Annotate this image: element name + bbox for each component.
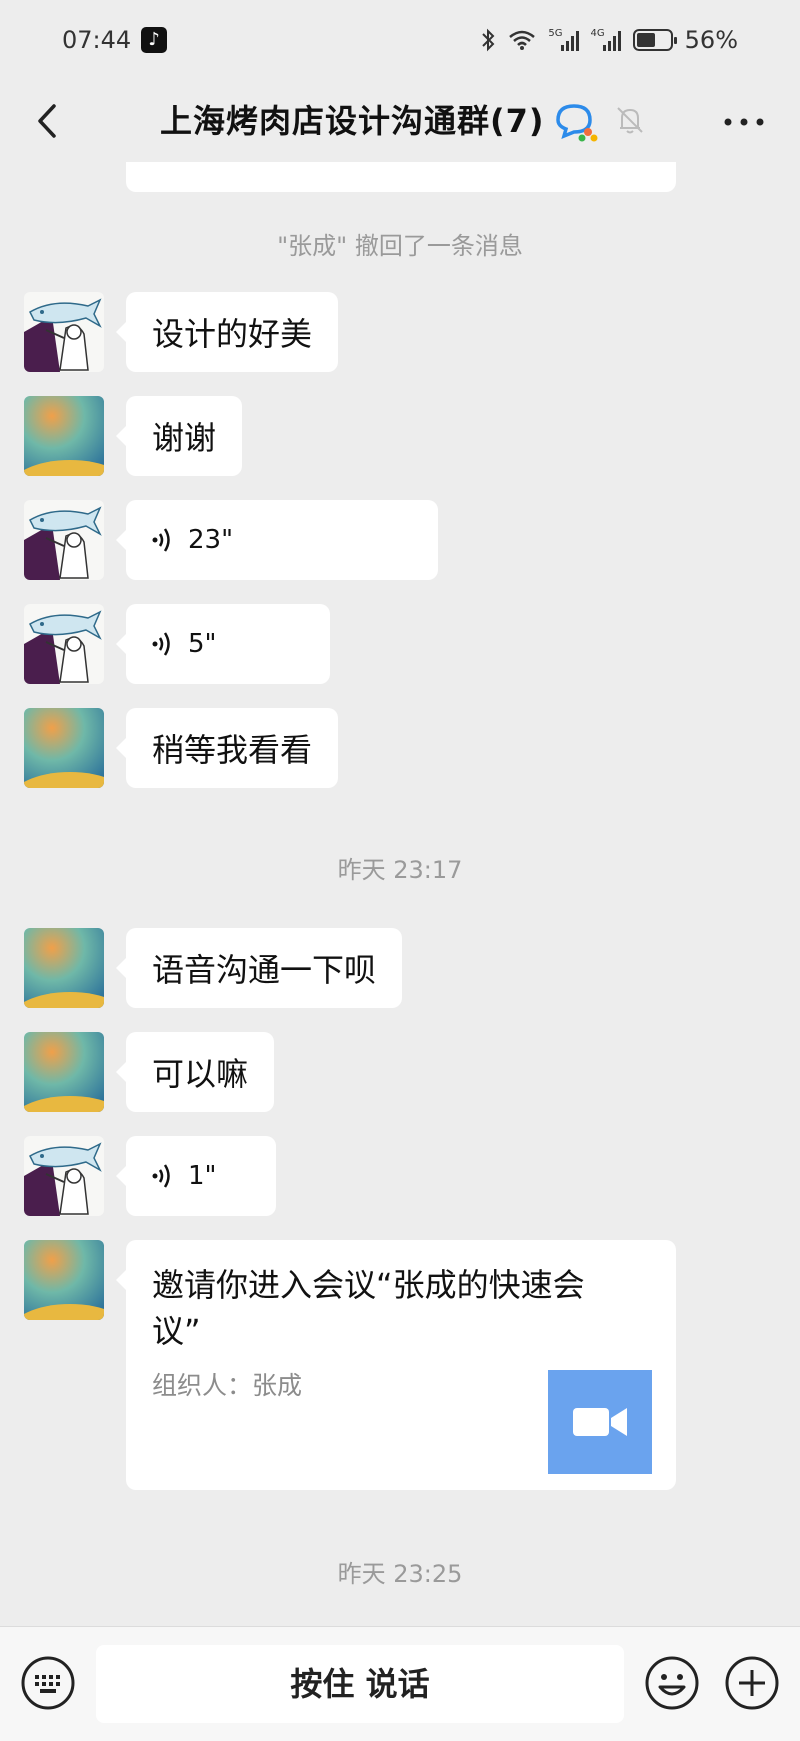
text-bubble[interactable]: 谢谢 xyxy=(115,396,243,476)
avatar-gradient[interactable] xyxy=(24,1240,104,1320)
avatar-illustration[interactable] xyxy=(24,292,104,372)
meeting-invite-title: 邀请你进入会议“张成的快速会议” xyxy=(152,1266,585,1350)
message-row: 谢谢 xyxy=(24,396,243,476)
meeting-invite-card[interactable]: 邀请你进入会议“张成的快速会议” 组织人：张成 xyxy=(116,1240,676,1490)
avatar-illustration[interactable] xyxy=(24,500,104,580)
message-row: 邀请你进入会议“张成的快速会议” 组织人：张成 xyxy=(24,1240,676,1490)
timestamp: 昨天 23:25 xyxy=(337,1560,463,1588)
message-row: 可以嘛 xyxy=(24,1032,275,1112)
signal-5g-icon: 5G xyxy=(548,28,579,51)
avatar-illustration[interactable] xyxy=(24,604,104,684)
message-row: 23" xyxy=(24,500,438,580)
net-tag-4g: 4G xyxy=(590,28,605,39)
avatar-gradient[interactable] xyxy=(24,1032,104,1112)
message-text: 可以嘛 xyxy=(152,1055,249,1093)
voice-bubble[interactable]: 23" xyxy=(116,500,438,580)
status-left: 07:44 ♪ xyxy=(62,26,168,54)
avatar-gradient[interactable] xyxy=(24,396,104,476)
battery-icon xyxy=(632,29,677,51)
message-row: 1" xyxy=(24,1136,276,1216)
voice-duration: 23" xyxy=(188,525,234,555)
battery-percent: 56% xyxy=(684,26,738,54)
voice-wave-icon xyxy=(152,632,170,656)
avatar-illustration[interactable] xyxy=(24,1136,104,1216)
signal-4g-icon: 4G xyxy=(591,29,621,51)
voice-duration: 1" xyxy=(188,1161,217,1191)
voice-wave-icon xyxy=(152,1164,170,1188)
back-icon[interactable] xyxy=(24,96,74,146)
bluetooth-icon xyxy=(482,28,495,52)
group-chat-icon[interactable] xyxy=(552,98,598,144)
hold-to-talk-button[interactable]: 按住 说话 xyxy=(96,1645,624,1723)
voice-wave-icon xyxy=(152,528,170,552)
more-icon[interactable] xyxy=(720,102,768,142)
status-right: 5G 4G 56% xyxy=(480,26,738,54)
avatar-gradient[interactable] xyxy=(24,928,104,1008)
emoji-icon[interactable] xyxy=(644,1655,700,1711)
message-row: 稍等我看看 xyxy=(24,708,339,788)
recall-notice: "张成" 撤回了一条消息 xyxy=(277,232,523,260)
message-text: 谢谢 xyxy=(152,419,217,457)
chat-title: 上海烤肉店设计沟通群(7) xyxy=(160,102,545,140)
text-bubble[interactable]: 语音沟通一下呗 xyxy=(115,928,403,1008)
text-bubble[interactable]: 稍等我看看 xyxy=(115,708,339,788)
mute-bell-icon xyxy=(617,107,643,134)
message-text: 稍等我看看 xyxy=(152,731,313,769)
nav-bar: 上海烤肉店设计沟通群(7) xyxy=(0,80,800,162)
previous-message-bubble[interactable] xyxy=(126,162,676,192)
net-tag-5g: 5G xyxy=(548,28,563,39)
tiktok-notification-icon: ♪ xyxy=(141,27,168,53)
chat-area[interactable]: "张成" 撤回了一条消息 设计的好美 谢谢 23" 5" 稍等我看看 昨天 23… xyxy=(0,162,800,1626)
status-bar: 07:44 ♪ 5G 4G 56% xyxy=(0,0,800,80)
message-row: 语音沟通一下呗 xyxy=(24,928,403,1008)
battery-fill xyxy=(636,33,655,47)
plus-icon[interactable] xyxy=(724,1655,780,1711)
message-text: 语音沟通一下呗 xyxy=(152,951,377,989)
voice-bubble[interactable]: 5" xyxy=(116,604,330,684)
voice-duration: 5" xyxy=(188,629,217,659)
input-bar: 按住 说话 xyxy=(0,1626,800,1741)
text-bubble[interactable]: 可以嘛 xyxy=(115,1032,275,1112)
meeting-thumbnail xyxy=(548,1370,652,1474)
message-row: 5" xyxy=(24,604,330,684)
status-time: 07:44 xyxy=(62,26,132,54)
keyboard-icon[interactable] xyxy=(20,1655,76,1711)
voice-bubble[interactable]: 1" xyxy=(116,1136,276,1216)
wifi-icon xyxy=(509,30,536,50)
timestamp: 昨天 23:17 xyxy=(337,856,463,884)
avatar-gradient[interactable] xyxy=(24,708,104,788)
message-row: 设计的好美 xyxy=(24,292,339,372)
text-bubble[interactable]: 设计的好美 xyxy=(115,292,339,372)
video-camera-icon xyxy=(573,1408,627,1436)
message-text: 设计的好美 xyxy=(152,315,313,353)
